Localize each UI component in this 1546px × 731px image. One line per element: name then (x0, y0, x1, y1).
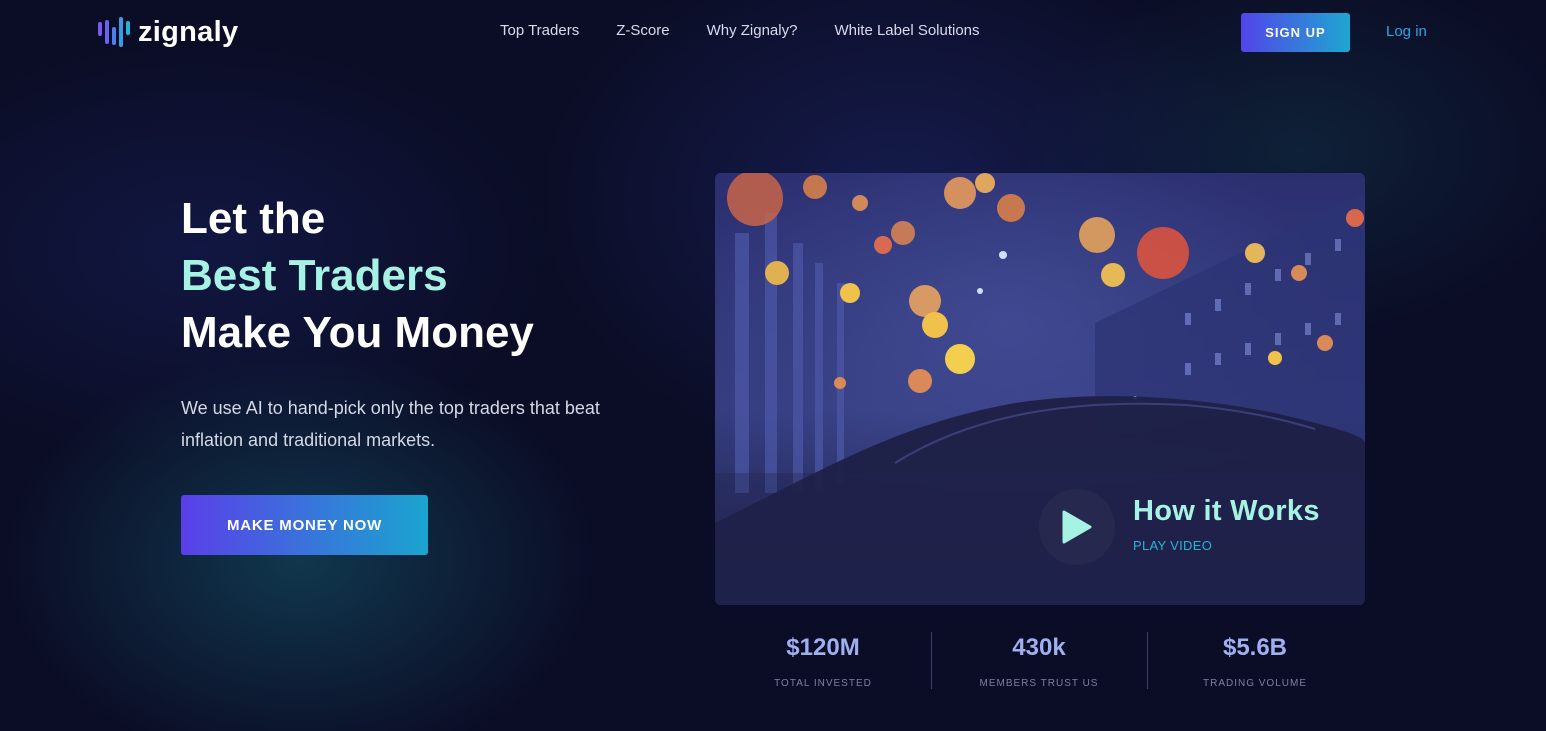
nav-item-z-score[interactable]: Z-Score (616, 22, 669, 39)
hero-headline-line-1: Let the (181, 194, 326, 243)
log-in-link[interactable]: Log in (1386, 23, 1427, 40)
stat-value: $5.6B (1222, 634, 1288, 661)
stat-total-invested: $120M TOTAL INVESTED (715, 632, 931, 690)
sign-up-button[interactable]: SIGN UP (1241, 13, 1350, 52)
nav-item-white-label-solutions[interactable]: White Label Solutions (834, 22, 979, 39)
stat-label: MEMBERS TRUST US (979, 678, 1099, 689)
main-nav: Top Traders Z-Score Why Zignaly? White L… (500, 22, 1017, 39)
stat-members: 430k MEMBERS TRUST US (931, 632, 1147, 690)
logo-bars-icon (98, 15, 130, 49)
zignaly-logo[interactable]: zignaly (98, 15, 238, 49)
hero-headline-line-3: Make You Money (181, 308, 534, 357)
video-thumbnail-image (715, 173, 1365, 605)
stats-bar: $120M TOTAL INVESTED 430k MEMBERS TRUST … (715, 632, 1365, 690)
stat-value: 430k (1012, 634, 1066, 661)
stat-label: TRADING VOLUME (1202, 678, 1307, 689)
hero-subtitle: We use AI to hand-pick only the top trad… (181, 398, 600, 450)
logo-wordmark: zignaly (138, 15, 239, 48)
hero-headline: Let the Best Traders Make You Money (181, 190, 534, 361)
stat-trading-volume: $5.6B TRADING VOLUME (1147, 632, 1363, 690)
stat-value: $120M (786, 634, 860, 661)
video-title: How it Works (1133, 495, 1320, 527)
play-video-link[interactable]: PLAY VIDEO (1133, 538, 1212, 553)
play-video-button[interactable] (1039, 489, 1115, 565)
make-money-now-button[interactable]: MAKE MONEY NOW (181, 495, 428, 555)
nav-item-why-zignaly[interactable]: Why Zignaly? (707, 22, 798, 39)
nav-item-top-traders[interactable]: Top Traders (500, 22, 579, 39)
hero-headline-line-2: Best Traders (181, 251, 448, 300)
top-navigation-bar: zignaly Top Traders Z-Score Why Zignaly?… (0, 0, 1546, 64)
stat-label: TOTAL INVESTED (774, 678, 872, 689)
play-icon (1062, 510, 1092, 544)
how-it-works-video-card[interactable]: How it Works PLAY VIDEO (715, 173, 1365, 605)
